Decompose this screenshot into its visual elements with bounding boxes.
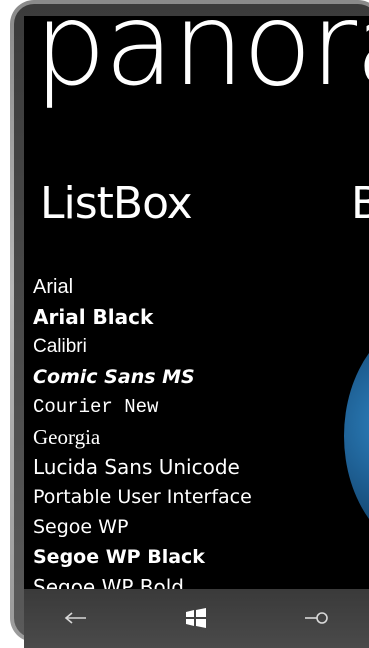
- list-item[interactable]: Segoe WP Bold: [33, 572, 333, 589]
- section-header-next: B: [351, 178, 369, 229]
- list-item[interactable]: Comic Sans MS: [33, 362, 333, 392]
- search-button[interactable]: [294, 603, 338, 633]
- phone-screen: panorama ListBox B Arial Arial Black Cal…: [24, 16, 369, 589]
- panorama-title: panorama: [34, 16, 369, 111]
- list-item[interactable]: Portable User Interface: [33, 482, 333, 512]
- back-button[interactable]: [54, 603, 98, 633]
- list-item[interactable]: Calibri: [33, 332, 333, 362]
- list-item[interactable]: Arial Black: [33, 302, 333, 332]
- font-listbox[interactable]: Arial Arial Black Calibri Comic Sans MS …: [33, 272, 333, 589]
- section-header-listbox: ListBox: [40, 178, 193, 229]
- search-icon: [305, 612, 328, 624]
- list-item[interactable]: Georgia: [33, 422, 333, 452]
- navigation-bar: [24, 589, 369, 648]
- back-icon: [64, 612, 86, 624]
- list-item[interactable]: Segoe WP: [33, 512, 333, 542]
- list-item[interactable]: Segoe WP Black: [33, 542, 333, 572]
- start-button[interactable]: [174, 603, 218, 633]
- list-item[interactable]: Courier New: [33, 392, 333, 422]
- windows-start-icon: [186, 608, 206, 628]
- phone-device: panorama ListBox B Arial Arial Black Cal…: [0, 0, 369, 648]
- globe-image: [344, 316, 369, 556]
- list-item[interactable]: Lucida Sans Unicode: [33, 452, 333, 482]
- list-item[interactable]: Arial: [33, 272, 333, 302]
